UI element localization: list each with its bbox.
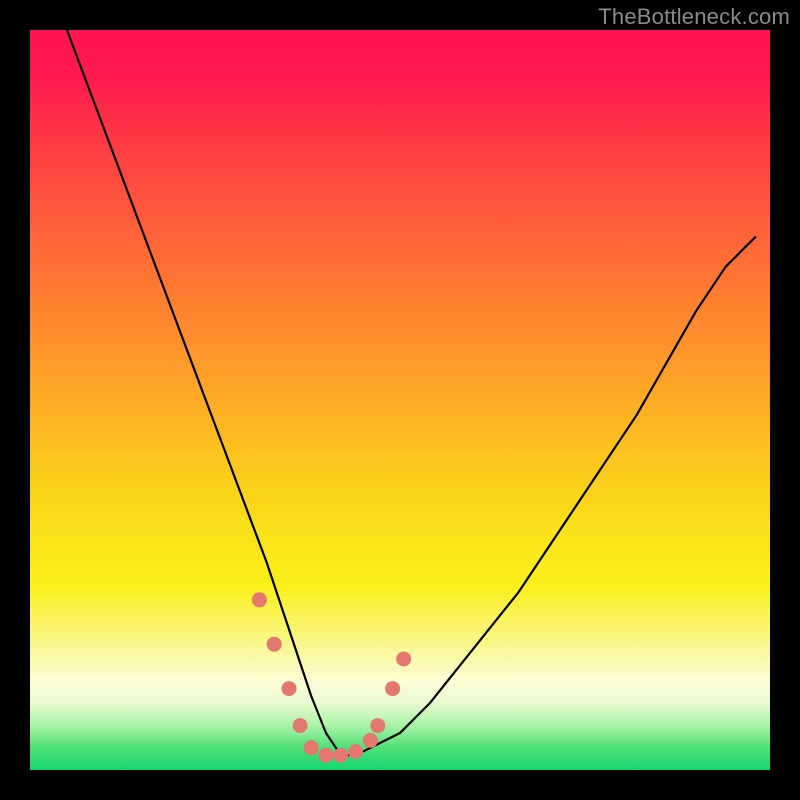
marker-dot — [396, 652, 411, 667]
marker-dot — [267, 637, 282, 652]
marker-dot — [293, 718, 308, 733]
marker-dot — [304, 740, 319, 755]
plot-area — [30, 30, 770, 770]
optimum-band-dots — [252, 592, 411, 762]
marker-dot — [370, 718, 385, 733]
marker-dot — [333, 748, 348, 763]
bottleneck-curve — [67, 30, 755, 755]
chart-frame: TheBottleneck.com — [0, 0, 800, 800]
watermark-text: TheBottleneck.com — [598, 4, 790, 30]
chart-svg — [30, 30, 770, 770]
marker-dot — [363, 733, 378, 748]
marker-dot — [319, 748, 334, 763]
marker-dot — [282, 681, 297, 696]
marker-dot — [348, 744, 363, 759]
marker-dot — [385, 681, 400, 696]
marker-dot — [252, 592, 267, 607]
